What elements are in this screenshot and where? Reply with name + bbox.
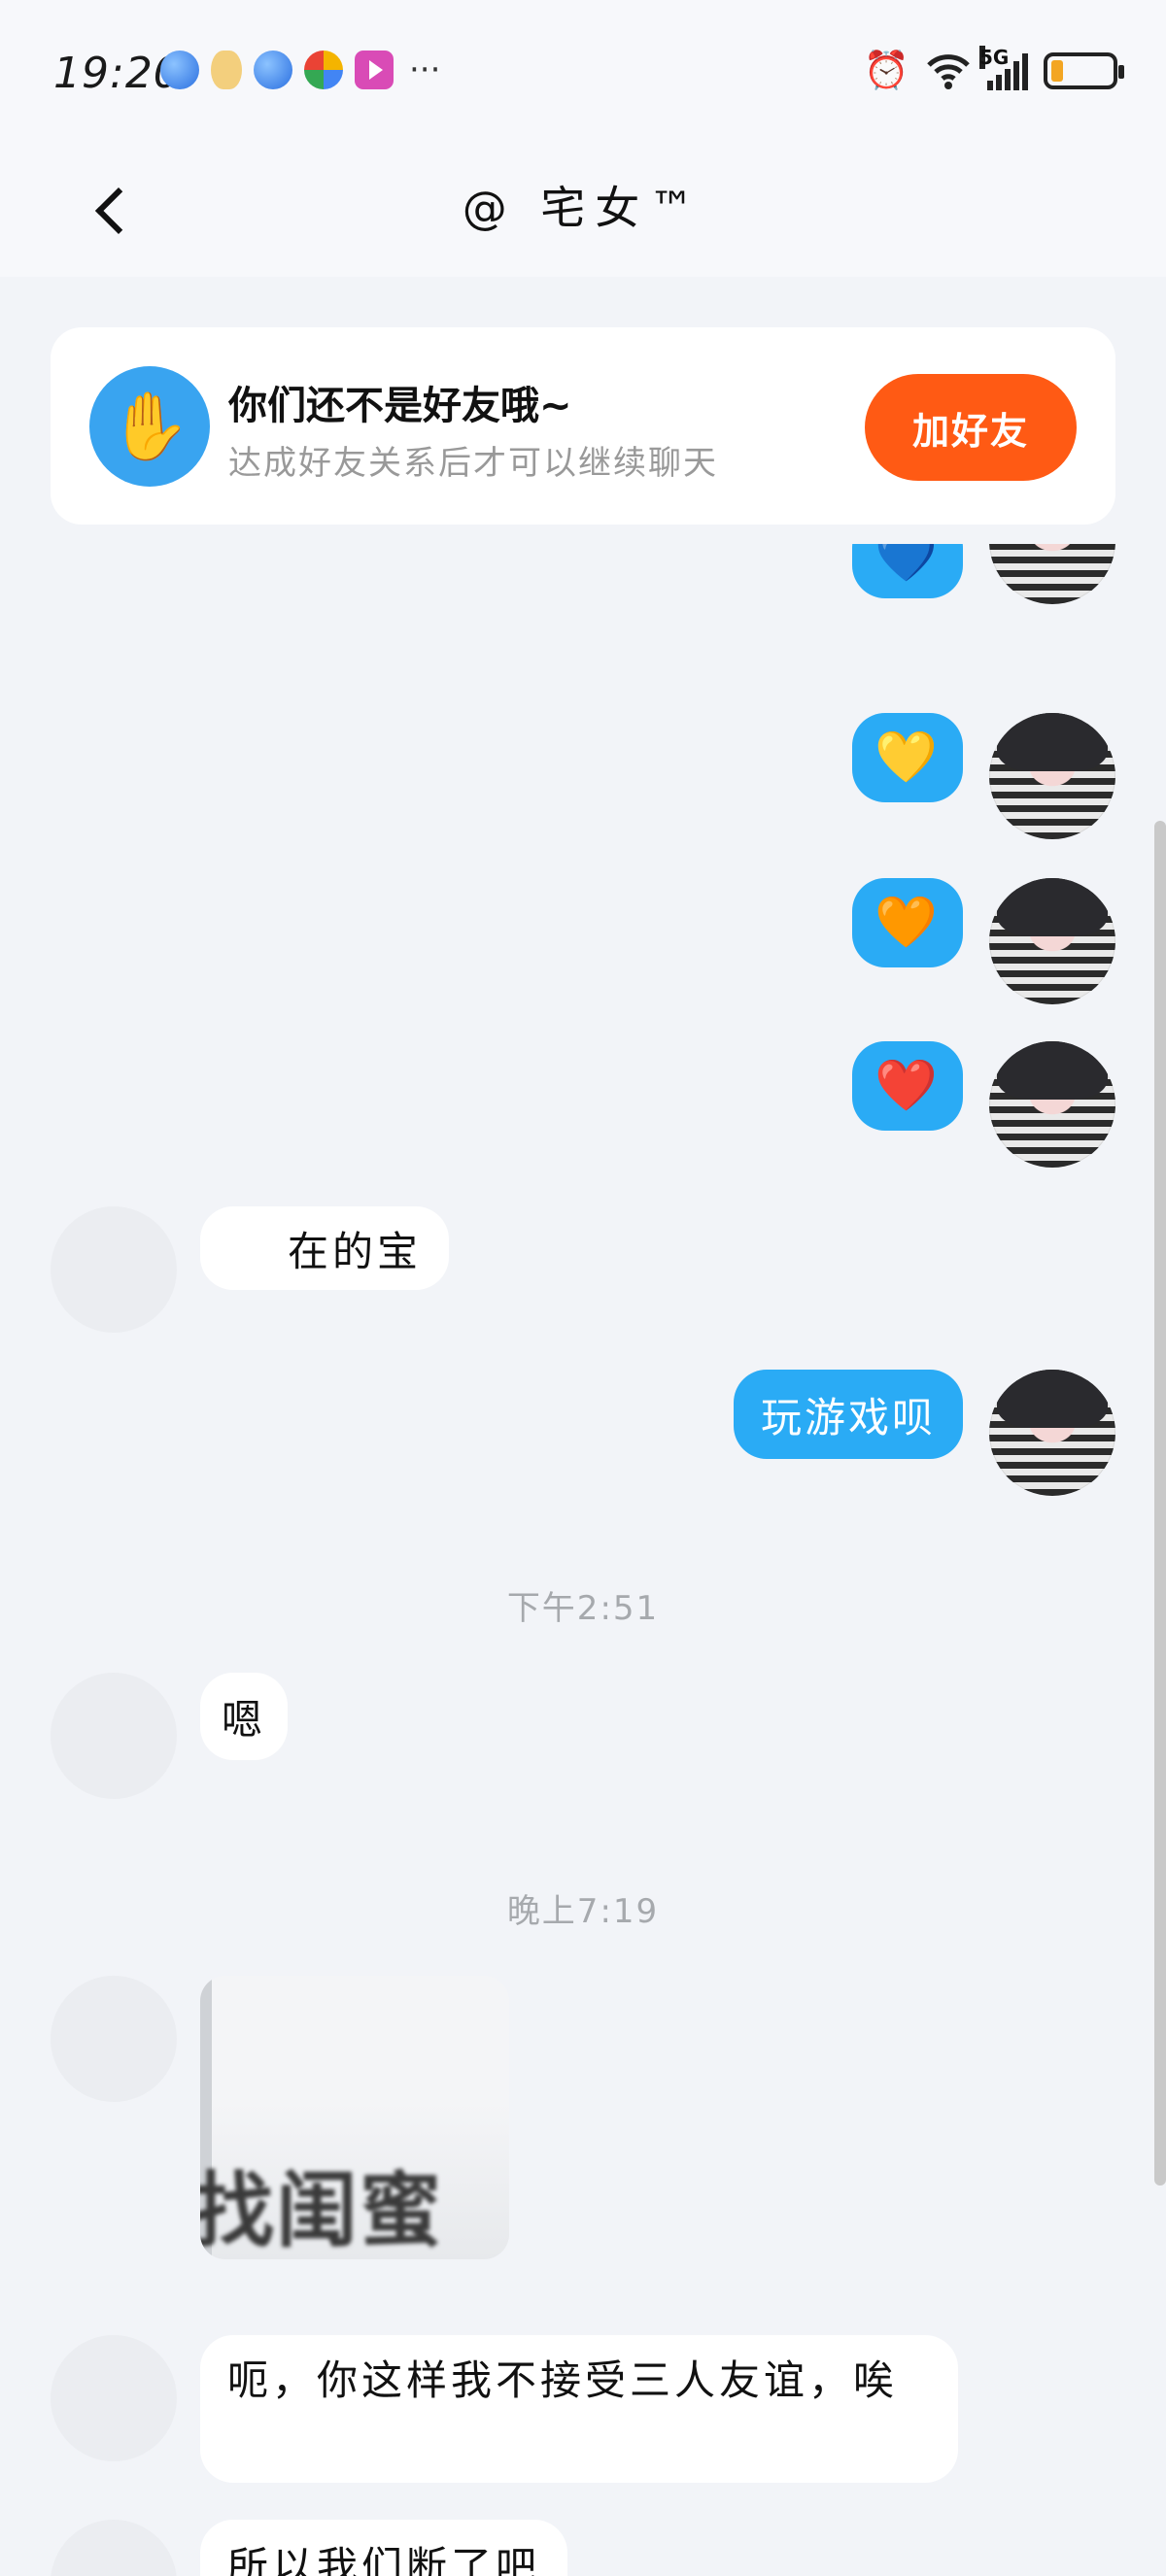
pinwheel-icon <box>304 51 343 89</box>
globe-icon <box>254 51 292 89</box>
message-row: 💙 <box>0 544 1166 661</box>
coin-icon <box>211 51 242 89</box>
message-bubble-self[interactable]: 玩游戏呗 <box>733 1370 963 1459</box>
banner-subtitle: 达成好友关系后才可以继续聊天 <box>228 444 718 483</box>
chat-header: @ 宅女™ <box>0 146 1166 277</box>
avatar[interactable] <box>989 1041 1115 1168</box>
message-bubble-self[interactable]: 🧡 <box>852 878 963 967</box>
message-row: 所以我们断了吧 <box>0 2520 1166 2576</box>
notification-icons: ··· <box>160 51 440 89</box>
more-notifications-icon: ··· <box>409 51 441 89</box>
globe-icon <box>160 51 199 89</box>
message-timestamp: 晚上7:19 <box>506 1892 660 1931</box>
avatar[interactable] <box>51 1206 177 1333</box>
scrollbar[interactable] <box>1154 821 1166 2186</box>
battery-fill <box>1051 59 1063 82</box>
avatar[interactable] <box>51 1673 177 1799</box>
battery-icon <box>1044 51 1124 89</box>
waving-hand-icon: ✋ <box>89 366 210 487</box>
message-row: 🧡 <box>0 878 1166 1014</box>
message-row: ❤️ <box>0 1041 1166 1177</box>
message-bubble-other[interactable]: 呃，你这样我不接受三人友谊，唉 <box>200 2335 958 2483</box>
message-bubble-self[interactable]: 💙 <box>852 544 963 598</box>
video-icon <box>355 51 394 89</box>
message-bubble-self[interactable]: 💛 <box>852 713 963 802</box>
avatar[interactable] <box>989 1370 1115 1496</box>
image-text: 找闺蜜 <box>200 2163 444 2258</box>
message-bubble-other[interactable]: 嗯 <box>200 1673 289 1760</box>
status-bar: 19:20 ··· ⏰ 5G <box>0 0 1166 146</box>
wifi-icon <box>927 53 970 89</box>
chat-title: @ 宅女™ <box>462 182 704 234</box>
avatar[interactable] <box>989 878 1115 1004</box>
add-friend-button[interactable]: 加好友 <box>865 374 1077 481</box>
message-list[interactable]: 💙 💛 🧡 ❤️ 在的宝 玩游戏呗 下午2:51 嗯 晚上7:19 找闺蜜 呃，… <box>0 544 1166 2576</box>
message-row: 找闺蜜 <box>0 1976 1166 2267</box>
message-row: 💛 <box>0 713 1166 849</box>
avatar[interactable] <box>51 1976 177 2102</box>
not-friends-banner: ✋ 你们还不是好友哦~ 达成好友关系后才可以继续聊天 加好友 <box>51 327 1115 525</box>
alarm-icon: ⏰ <box>863 49 909 91</box>
message-row: 嗯 <box>0 1673 1166 1809</box>
message-row: 呃，你这样我不接受三人友谊，唉 <box>0 2335 1166 2483</box>
image-message[interactable]: 找闺蜜 <box>200 1976 509 2259</box>
status-right: ⏰ 5G <box>863 45 1124 92</box>
message-row: 玩游戏呗 <box>0 1370 1166 1506</box>
message-bubble-other[interactable]: 所以我们断了吧 <box>200 2520 568 2576</box>
signal-icon: 5G <box>979 45 1028 90</box>
message-bubble-self[interactable]: ❤️ <box>852 1041 963 1131</box>
banner-title: 你们还不是好友哦~ <box>228 384 572 428</box>
avatar[interactable] <box>51 2335 177 2461</box>
message-row: 在的宝 <box>0 1206 1166 1342</box>
avatar[interactable] <box>51 2520 177 2576</box>
message-timestamp: 下午2:51 <box>506 1589 660 1628</box>
message-bubble-other[interactable]: 在的宝 <box>200 1206 450 1290</box>
avatar[interactable] <box>989 713 1115 839</box>
avatar[interactable] <box>989 544 1115 604</box>
